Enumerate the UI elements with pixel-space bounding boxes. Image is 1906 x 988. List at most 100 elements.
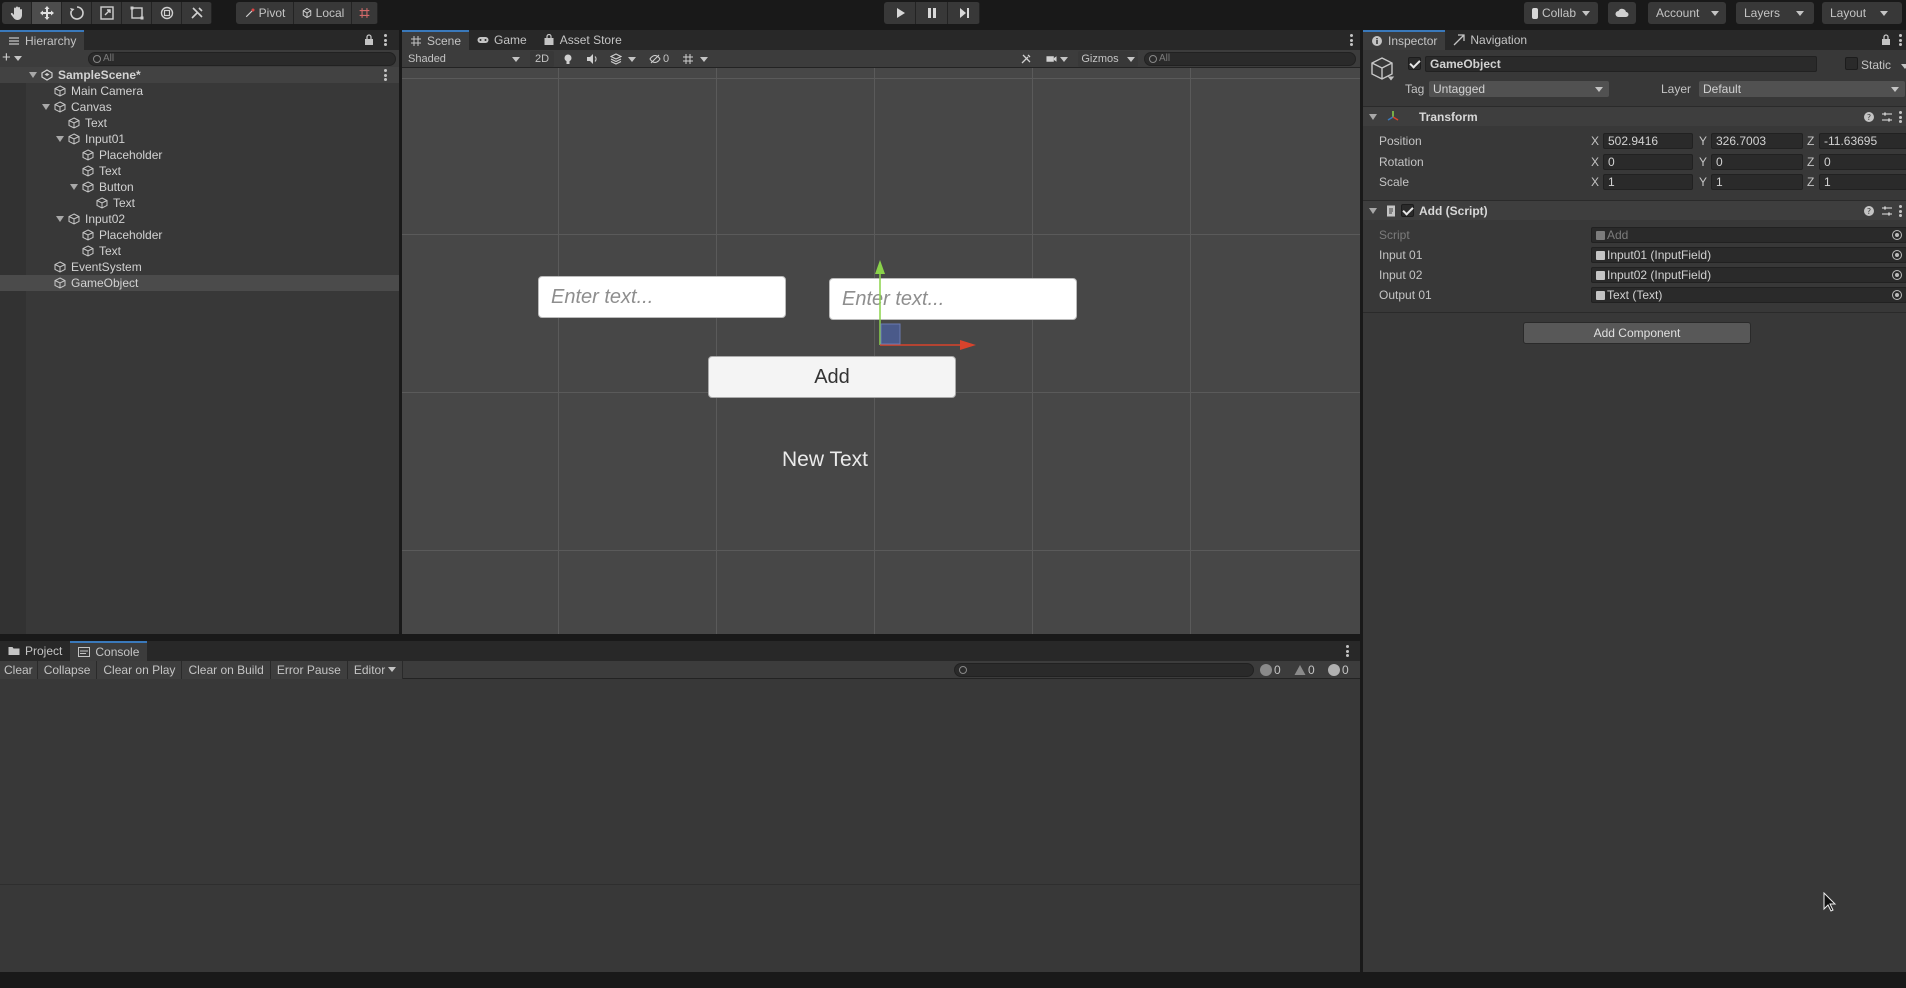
- hierarchy-menu-icon[interactable]: [384, 34, 387, 46]
- tab-console[interactable]: Console: [70, 641, 148, 661]
- scale-y-field[interactable]: 1: [1711, 174, 1803, 190]
- scene-input01-field[interactable]: Enter text...: [538, 276, 786, 318]
- audio-toggle[interactable]: [582, 51, 602, 67]
- local-toggle[interactable]: Local: [294, 2, 352, 24]
- camera-dropdown[interactable]: [1042, 51, 1072, 67]
- add-component-button[interactable]: Add Component: [1523, 322, 1751, 344]
- tree-item-text[interactable]: Text: [0, 195, 399, 211]
- move-gizmo[interactable]: [872, 260, 978, 350]
- pause-button[interactable]: [916, 2, 948, 24]
- rotate-tool-button[interactable]: [62, 2, 92, 24]
- scene-menu-icon[interactable]: [1350, 34, 1353, 46]
- object-picker-icon[interactable]: [1892, 290, 1902, 300]
- icon-picker-caret[interactable]: [1387, 76, 1395, 81]
- create-dropdown-caret[interactable]: [14, 56, 22, 61]
- gizmo-y-arrow[interactable]: [875, 260, 885, 274]
- tree-item-canvas[interactable]: Canvas: [0, 99, 399, 115]
- step-button[interactable]: [948, 2, 980, 24]
- collab-dropdown[interactable]: Collab: [1524, 2, 1598, 24]
- lighting-toggle[interactable]: [558, 51, 578, 67]
- log-count-toggle[interactable]: 0: [1260, 661, 1281, 679]
- error-count-toggle[interactable]: 0: [1328, 661, 1349, 679]
- editor-dropdown[interactable]: Editor: [347, 660, 404, 679]
- hidden-objects-toggle[interactable]: 0: [644, 51, 674, 67]
- error-pause-toggle[interactable]: Error Pause: [270, 660, 348, 679]
- tree-item-button[interactable]: Button: [0, 179, 399, 195]
- position-z-field[interactable]: -11.63695: [1819, 133, 1906, 149]
- tree-item-text[interactable]: Text: [0, 115, 399, 131]
- scale-z-field[interactable]: 1: [1819, 174, 1906, 190]
- lock-icon[interactable]: [364, 34, 374, 46]
- tree-item-text[interactable]: Text: [0, 163, 399, 179]
- move-tool-button[interactable]: [32, 2, 62, 24]
- cloud-button[interactable]: [1608, 2, 1636, 24]
- presets-icon[interactable]: [1881, 111, 1893, 123]
- lock-icon[interactable]: [1881, 34, 1891, 46]
- warning-count-toggle[interactable]: 0: [1294, 661, 1315, 679]
- clear-on-play-toggle[interactable]: Clear on Play: [97, 660, 183, 679]
- transform-tool-button[interactable]: [152, 2, 182, 24]
- static-dropdown-caret[interactable]: [1901, 64, 1906, 69]
- pivot-toggle[interactable]: Pivot: [236, 2, 294, 24]
- hierarchy-search-input[interactable]: All: [88, 52, 396, 66]
- tab-inspector[interactable]: Inspector: [1363, 30, 1446, 50]
- position-y-field[interactable]: 326.7003: [1711, 133, 1803, 149]
- object-name-field[interactable]: GameObject: [1425, 56, 1817, 72]
- transform-header[interactable]: Transform ?: [1363, 106, 1906, 126]
- rect-tool-button[interactable]: [122, 2, 152, 24]
- tree-item-main-camera[interactable]: Main Camera: [0, 83, 399, 99]
- tree-item-placeholder[interactable]: Placeholder: [0, 147, 399, 163]
- tree-item-eventsystem[interactable]: EventSystem: [0, 259, 399, 275]
- grid-dropdown[interactable]: [678, 51, 712, 67]
- rotation-z-field[interactable]: 0: [1819, 154, 1906, 170]
- console-log-list[interactable]: [0, 679, 1360, 972]
- tree-item-text[interactable]: Text: [0, 243, 399, 259]
- console-split-divider[interactable]: [0, 884, 1360, 885]
- gizmos-dropdown[interactable]: Gizmos: [1078, 51, 1138, 67]
- scale-x-field[interactable]: 1: [1603, 174, 1693, 190]
- scale-tool-button[interactable]: [92, 2, 122, 24]
- active-checkbox[interactable]: [1408, 57, 1421, 70]
- object-picker-icon[interactable]: [1892, 250, 1902, 260]
- tree-item-input02[interactable]: Input02: [0, 211, 399, 227]
- tag-dropdown[interactable]: Untagged: [1429, 81, 1609, 97]
- scene-search-input[interactable]: All: [1144, 52, 1356, 66]
- static-checkbox[interactable]: [1845, 57, 1858, 70]
- hand-tool-button[interactable]: [2, 2, 32, 24]
- position-x-field[interactable]: 502.9416: [1603, 133, 1693, 149]
- tree-item-input01[interactable]: Input01: [0, 131, 399, 147]
- tab-hierarchy[interactable]: Hierarchy: [0, 30, 85, 50]
- tab-game[interactable]: Game: [469, 30, 535, 50]
- scene-row[interactable]: SampleScene*: [0, 67, 399, 83]
- gizmo-xy-plane-handle[interactable]: [880, 323, 901, 345]
- create-plus-icon[interactable]: +: [2, 50, 11, 65]
- script-enabled-checkbox[interactable]: [1401, 204, 1414, 217]
- layers-dropdown[interactable]: Layers: [1736, 2, 1814, 24]
- rotation-x-field[interactable]: 0: [1603, 154, 1693, 170]
- tab-navigation[interactable]: Navigation: [1445, 30, 1535, 50]
- clear-on-build-toggle[interactable]: Clear on Build: [182, 660, 271, 679]
- scene-add-button[interactable]: Add: [708, 356, 956, 398]
- effects-dropdown[interactable]: [606, 51, 640, 67]
- tab-project[interactable]: Project: [0, 641, 70, 661]
- tree-item-placeholder[interactable]: Placeholder: [0, 227, 399, 243]
- custom-tool-button[interactable]: [182, 2, 212, 24]
- rotation-y-field[interactable]: 0: [1711, 154, 1803, 170]
- help-icon[interactable]: ?: [1863, 205, 1875, 217]
- tools-toggle[interactable]: [1016, 51, 1036, 67]
- grid-snap-button[interactable]: [352, 2, 378, 24]
- account-dropdown[interactable]: Account: [1648, 2, 1726, 24]
- presets-icon[interactable]: [1881, 205, 1893, 217]
- tab-scene[interactable]: Scene: [402, 30, 470, 50]
- help-icon[interactable]: ?: [1863, 111, 1875, 123]
- gizmo-x-arrow[interactable]: [960, 340, 976, 350]
- shading-mode-dropdown[interactable]: Shaded: [404, 51, 524, 67]
- output01-field[interactable]: Text (Text): [1591, 287, 1906, 303]
- scene-menu-icon[interactable]: [384, 69, 387, 81]
- layout-dropdown[interactable]: Layout: [1822, 2, 1902, 24]
- tab-asset-store[interactable]: Asset Store: [535, 30, 630, 50]
- component-menu-icon[interactable]: [1899, 205, 1902, 217]
- tree-item-gameobject[interactable]: GameObject: [0, 275, 399, 291]
- scene-viewport[interactable]: Enter text... Enter text... Add New Text: [402, 68, 1360, 634]
- 2d-toggle[interactable]: 2D: [530, 51, 554, 67]
